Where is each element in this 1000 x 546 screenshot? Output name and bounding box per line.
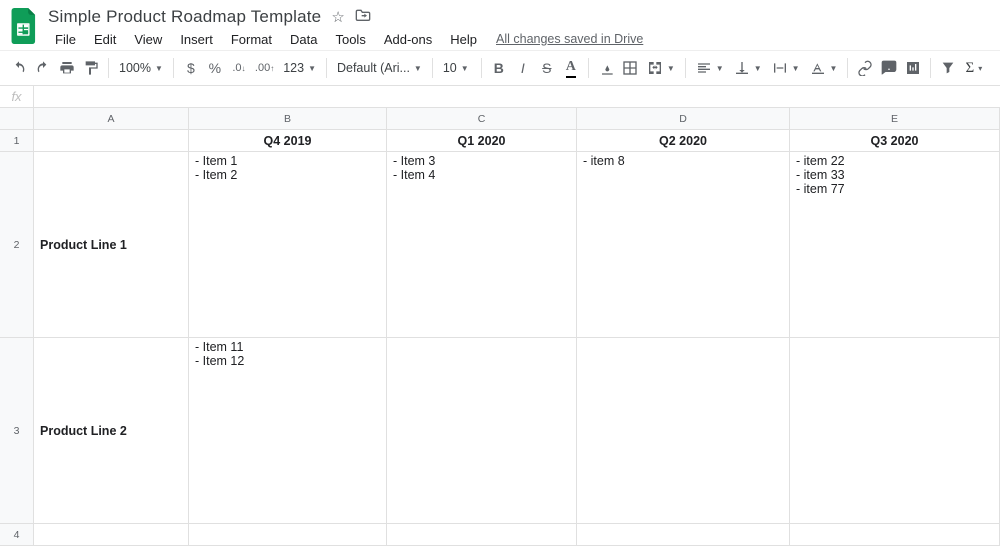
menu-edit[interactable]: Edit bbox=[87, 30, 123, 49]
caret-icon: ▼ bbox=[716, 64, 724, 73]
spreadsheet-grid: A B C D E 1 Q4 2019 Q1 2020 Q2 2020 Q3 2… bbox=[0, 108, 1000, 546]
text-rotation-button[interactable]: ▼ bbox=[806, 60, 842, 76]
cell-c3[interactable] bbox=[387, 338, 577, 524]
increase-decimal-button[interactable]: .00↑ bbox=[252, 56, 277, 80]
cell-d2[interactable]: - item 8 bbox=[577, 152, 790, 338]
borders-button[interactable] bbox=[619, 56, 641, 80]
decrease-decimal-button[interactable]: .0↓ bbox=[228, 56, 250, 80]
menu-view[interactable]: View bbox=[127, 30, 169, 49]
select-all-corner[interactable] bbox=[0, 108, 34, 130]
toolbar: 100% ▼ $ % .0↓ .00↑ 123▼ Default (Ari...▼… bbox=[0, 50, 1000, 86]
paint-format-button[interactable] bbox=[80, 56, 102, 80]
cell-b3[interactable]: - Item 11 - Item 12 bbox=[189, 338, 387, 524]
functions-button[interactable]: Σ▾ bbox=[961, 60, 986, 77]
menu-data[interactable]: Data bbox=[283, 30, 324, 49]
strikethrough-button[interactable]: S bbox=[536, 56, 558, 80]
menu-format[interactable]: Format bbox=[224, 30, 279, 49]
move-icon[interactable] bbox=[355, 8, 371, 26]
horizontal-align-button[interactable]: ▼ bbox=[692, 60, 728, 76]
cell-c4[interactable] bbox=[387, 524, 577, 546]
redo-button[interactable] bbox=[32, 56, 54, 80]
cell-a1[interactable] bbox=[34, 130, 189, 152]
save-status[interactable]: All changes saved in Drive bbox=[496, 32, 643, 46]
col-header-e[interactable]: E bbox=[790, 108, 1000, 130]
menu-help[interactable]: Help bbox=[443, 30, 484, 49]
document-title[interactable]: Simple Product Roadmap Template bbox=[48, 7, 321, 27]
filter-button[interactable] bbox=[937, 56, 959, 80]
merge-cells-button[interactable]: ▼ bbox=[643, 60, 679, 76]
cell-d1[interactable]: Q2 2020 bbox=[577, 130, 790, 152]
caret-icon: ▾ bbox=[978, 64, 982, 73]
caret-icon: ▼ bbox=[754, 64, 762, 73]
text-color-button[interactable]: A bbox=[560, 56, 582, 80]
row-header-1[interactable]: 1 bbox=[0, 130, 34, 152]
star-icon[interactable]: ☆ bbox=[331, 8, 344, 26]
cell-d3[interactable] bbox=[577, 338, 790, 524]
zoom-value: 100% bbox=[119, 61, 151, 75]
vertical-align-button[interactable]: ▼ bbox=[730, 60, 766, 76]
col-header-a[interactable]: A bbox=[34, 108, 189, 130]
fill-color-button[interactable] bbox=[595, 56, 617, 80]
formula-input[interactable] bbox=[34, 86, 1000, 107]
caret-icon: ▼ bbox=[667, 64, 675, 73]
percent-button[interactable]: % bbox=[204, 56, 226, 80]
menu-addons[interactable]: Add-ons bbox=[377, 30, 439, 49]
cell-e1[interactable]: Q3 2020 bbox=[790, 130, 1000, 152]
menu-tools[interactable]: Tools bbox=[328, 30, 372, 49]
insert-comment-button[interactable] bbox=[878, 56, 900, 80]
caret-icon: ▼ bbox=[830, 64, 838, 73]
print-button[interactable] bbox=[56, 56, 78, 80]
row-header-2[interactable]: 2 bbox=[0, 152, 34, 338]
cell-a2[interactable]: Product Line 1 bbox=[34, 152, 189, 338]
caret-icon: ▼ bbox=[414, 64, 422, 73]
row-header-4[interactable]: 4 bbox=[0, 524, 34, 546]
formula-bar: fx bbox=[0, 86, 1000, 108]
caret-icon: ▼ bbox=[155, 64, 163, 73]
cell-e4[interactable] bbox=[790, 524, 1000, 546]
menu-file[interactable]: File bbox=[48, 30, 83, 49]
cell-c1[interactable]: Q1 2020 bbox=[387, 130, 577, 152]
currency-button[interactable]: $ bbox=[180, 56, 202, 80]
cell-b1[interactable]: Q4 2019 bbox=[189, 130, 387, 152]
col-header-d[interactable]: D bbox=[577, 108, 790, 130]
caret-icon: ▼ bbox=[792, 64, 800, 73]
caret-icon: ▼ bbox=[461, 64, 469, 73]
font-size-select[interactable]: 10▼ bbox=[439, 61, 475, 75]
col-header-b[interactable]: B bbox=[189, 108, 387, 130]
more-formats-button[interactable]: 123▼ bbox=[279, 61, 320, 75]
text-wrap-button[interactable]: ▼ bbox=[768, 60, 804, 76]
zoom-select[interactable]: 100% ▼ bbox=[115, 61, 167, 75]
caret-icon: ▼ bbox=[308, 64, 316, 73]
sheets-logo[interactable] bbox=[8, 6, 40, 46]
cell-b4[interactable] bbox=[189, 524, 387, 546]
row-header-3[interactable]: 3 bbox=[0, 338, 34, 524]
menu-insert[interactable]: Insert bbox=[173, 30, 220, 49]
cell-b2[interactable]: - Item 1 - Item 2 bbox=[189, 152, 387, 338]
menu-bar: File Edit View Insert Format Data Tools … bbox=[48, 28, 992, 50]
italic-button[interactable]: I bbox=[512, 56, 534, 80]
cell-a4[interactable] bbox=[34, 524, 189, 546]
bold-button[interactable]: B bbox=[488, 56, 510, 80]
cell-a3[interactable]: Product Line 2 bbox=[34, 338, 189, 524]
font-select[interactable]: Default (Ari...▼ bbox=[333, 61, 426, 75]
insert-link-button[interactable] bbox=[854, 56, 876, 80]
fx-icon: fx bbox=[0, 86, 34, 107]
col-header-c[interactable]: C bbox=[387, 108, 577, 130]
cell-e2[interactable]: - item 22 - item 33 - item 77 bbox=[790, 152, 1000, 338]
cell-d4[interactable] bbox=[577, 524, 790, 546]
undo-button[interactable] bbox=[8, 56, 30, 80]
insert-chart-button[interactable] bbox=[902, 56, 924, 80]
cell-c2[interactable]: - Item 3 - Item 4 bbox=[387, 152, 577, 338]
cell-e3[interactable] bbox=[790, 338, 1000, 524]
